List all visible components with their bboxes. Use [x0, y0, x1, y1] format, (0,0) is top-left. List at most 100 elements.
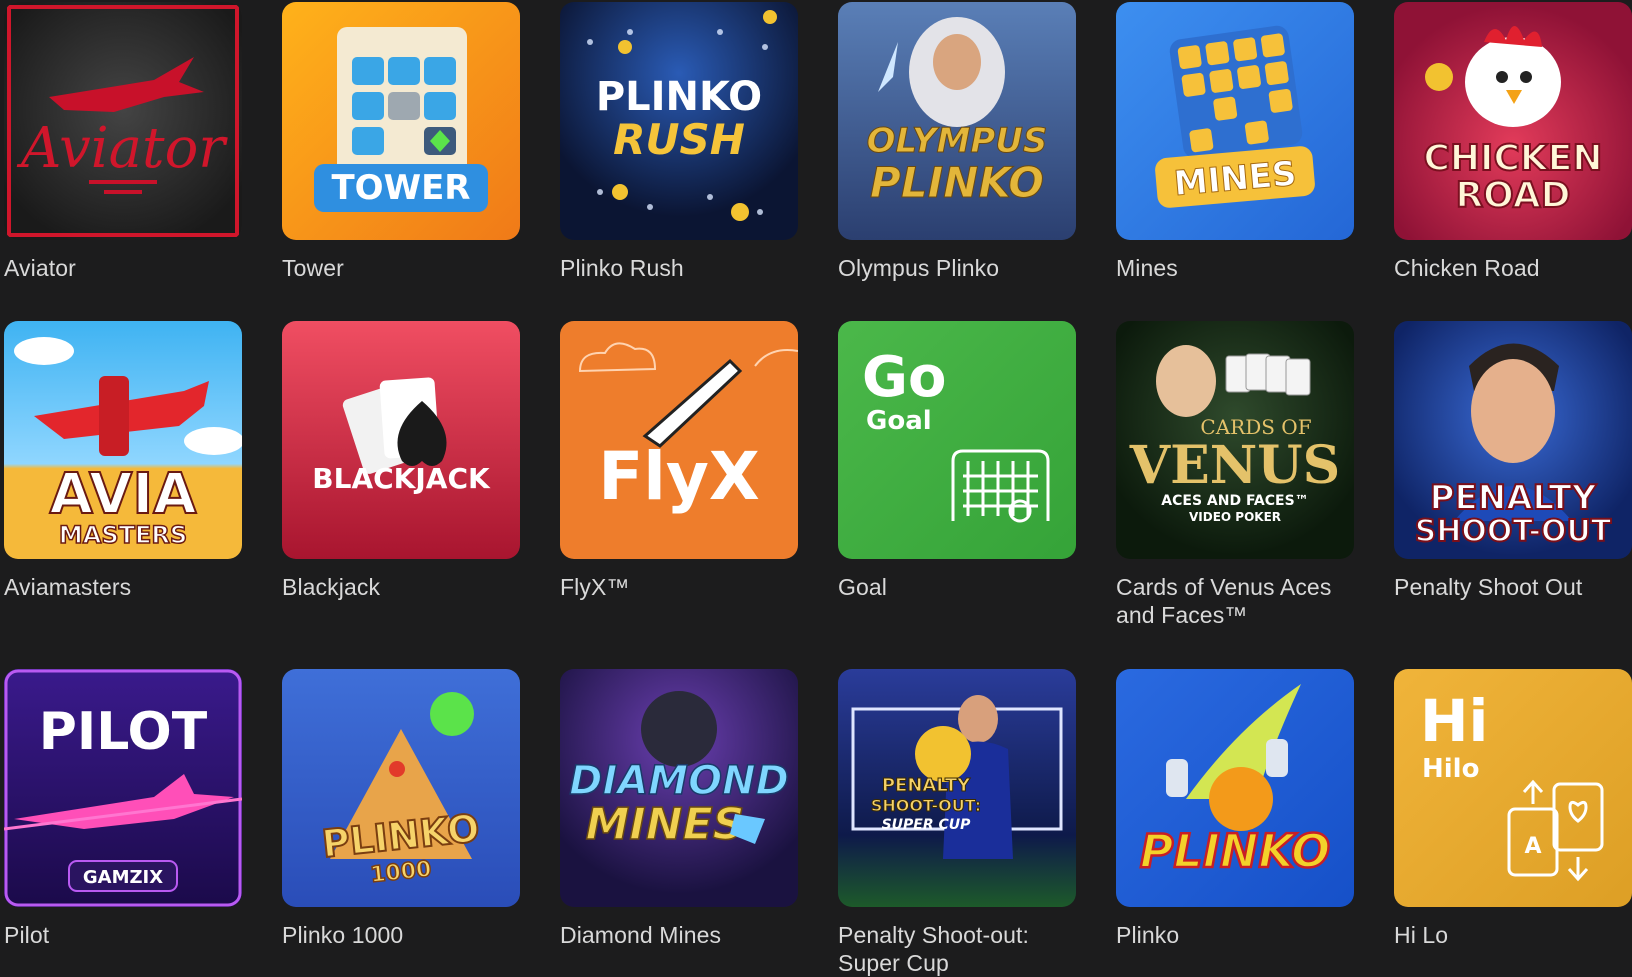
svg-text:ROAD: ROAD — [1455, 175, 1570, 216]
game-title[interactable]: Diamond Mines — [560, 921, 798, 949]
game-thumbnail[interactable]: Aviator — [4, 2, 242, 240]
game-thumbnail[interactable]: OLYMPUS PLINKO — [838, 2, 1076, 240]
svg-text:PILOT: PILOT — [39, 702, 208, 762]
svg-text:SHOOT-OUT:: SHOOT-OUT: — [871, 796, 981, 815]
svg-text:1000: 1000 — [369, 857, 433, 888]
game-card-penalty-super-cup[interactable]: PENALTY SHOOT-OUT: SUPER CUP Penalty Sho… — [838, 669, 1076, 977]
venus-art: CARDS OF VENUS ACES AND FACES™ VIDEO POK… — [1129, 345, 1340, 524]
game-title[interactable]: Plinko Rush — [560, 254, 798, 282]
goal-art: Go Goal — [862, 345, 1050, 523]
game-title[interactable]: Penalty Shoot Out — [1394, 573, 1632, 601]
game-title[interactable]: Cards of Venus Aces and Faces™ — [1116, 573, 1354, 629]
svg-text:PENALTY: PENALTY — [1430, 478, 1597, 518]
game-card-hi-lo[interactable]: Hi Hilo A Hi Lo — [1394, 669, 1632, 949]
flyx-art: FlyX — [578, 342, 798, 515]
svg-text:OLYMPUS: OLYMPUS — [867, 121, 1048, 161]
mines-art: MINES — [1155, 25, 1315, 208]
chicken-road-art: CHICKEN ROAD — [1423, 26, 1603, 217]
game-title[interactable]: Aviator — [4, 254, 242, 282]
game-thumbnail[interactable]: PENALTY SHOOT-OUT: SUPER CUP — [838, 669, 1076, 907]
game-title[interactable]: FlyX™ — [560, 573, 798, 601]
game-thumbnail[interactable]: DIAMOND MINES — [560, 669, 798, 907]
game-thumbnail[interactable]: Go Goal — [838, 321, 1076, 559]
svg-text:FlyX: FlyX — [598, 438, 760, 515]
game-thumbnail[interactable]: PLINKO — [1116, 669, 1354, 907]
goal-icon — [951, 449, 1050, 523]
game-card-diamond-mines[interactable]: DIAMOND MINES Diamond Mines — [560, 669, 798, 949]
game-thumbnail[interactable]: FlyX — [560, 321, 798, 559]
game-title[interactable]: Blackjack — [282, 573, 520, 601]
blackjack-art: BLACKJACK — [312, 377, 491, 495]
penalty-super-cup-art: PENALTY SHOOT-OUT: SUPER CUP — [851, 695, 1063, 859]
game-title[interactable]: Penalty Shoot-out: Super Cup — [838, 921, 1076, 977]
game-title[interactable]: Plinko 1000 — [282, 921, 520, 949]
game-thumbnail[interactable]: AVIA MASTERS — [4, 321, 242, 559]
svg-text:VIDEO POKER: VIDEO POKER — [1189, 510, 1281, 524]
game-title[interactable]: Tower — [282, 254, 520, 282]
svg-text:Hi: Hi — [1420, 687, 1488, 755]
svg-text:ACES AND FACES™: ACES AND FACES™ — [1161, 493, 1308, 509]
game-thumbnail[interactable]: CARDS OF VENUS ACES AND FACES™ VIDEO POK… — [1116, 321, 1354, 559]
game-card-plinko-1000[interactable]: PLINKO 1000 Plinko 1000 — [282, 669, 520, 949]
game-thumbnail[interactable]: TOWER — [282, 2, 520, 240]
game-card-flyx[interactable]: FlyX FlyX™ — [560, 321, 798, 601]
svg-text:TOWER: TOWER — [331, 168, 470, 208]
game-card-penalty-shoot-out[interactable]: PENALTY SHOOT-OUT Penalty Shoot Out — [1394, 321, 1632, 601]
aviator-art: Aviator — [4, 2, 242, 240]
svg-text:PLINKO: PLINKO — [596, 74, 762, 120]
game-card-chicken-road[interactable]: CHICKEN ROAD Chicken Road — [1394, 2, 1632, 282]
game-card-tower[interactable]: TOWER Tower — [282, 2, 520, 282]
cards-icon — [1507, 779, 1604, 882]
svg-text:PENALTY: PENALTY — [882, 775, 971, 796]
game-card-goal[interactable]: Go Goal Goal — [838, 321, 1076, 601]
svg-text:SUPER CUP: SUPER CUP — [882, 817, 972, 833]
game-title[interactable]: Goal — [838, 573, 1076, 601]
svg-text:Goal: Goal — [866, 406, 932, 436]
game-thumbnail[interactable]: PILOT GAMZIX — [4, 669, 242, 907]
svg-text:SHOOT-OUT: SHOOT-OUT — [1415, 514, 1612, 549]
svg-text:RUSH: RUSH — [613, 115, 745, 164]
game-thumbnail[interactable]: MINES — [1116, 2, 1354, 240]
diamond-mines-art: DIAMOND MINES — [568, 691, 790, 851]
game-thumbnail[interactable]: CHICKEN ROAD — [1394, 2, 1632, 240]
game-title[interactable]: Aviamasters — [4, 573, 242, 601]
game-card-aviator[interactable]: Aviator Aviator — [4, 2, 242, 282]
svg-text:Go: Go — [862, 345, 946, 410]
svg-text:PLINKO: PLINKO — [1140, 824, 1330, 878]
game-card-cards-of-venus[interactable]: CARDS OF VENUS ACES AND FACES™ VIDEO POK… — [1116, 321, 1354, 629]
game-thumbnail[interactable]: PLINKO RUSH — [560, 2, 798, 240]
game-title[interactable]: Plinko — [1116, 921, 1354, 949]
game-card-mines[interactable]: MINES Mines — [1116, 2, 1354, 282]
plinko-1000-art: PLINKO 1000 — [319, 692, 483, 889]
game-card-olympus-plinko[interactable]: OLYMPUS PLINKO Olympus Plinko — [838, 2, 1076, 282]
game-card-plinko-rush[interactable]: PLINKO RUSH Plinko Rush — [560, 2, 798, 282]
game-thumbnail[interactable]: Hi Hilo A — [1394, 669, 1632, 907]
game-thumbnail[interactable]: BLACKJACK — [282, 321, 520, 559]
games-grid: Aviator Aviator TOWER Tower PLINKO RUSH … — [0, 0, 1632, 976]
game-title[interactable]: Pilot — [4, 921, 242, 949]
game-card-aviamasters[interactable]: AVIA MASTERS Aviamasters — [4, 321, 242, 601]
svg-text:Hilo: Hilo — [1422, 754, 1479, 784]
game-title[interactable]: Hi Lo — [1394, 921, 1632, 949]
svg-text:CHICKEN: CHICKEN — [1424, 138, 1603, 179]
svg-text:VENUS: VENUS — [1129, 435, 1340, 496]
game-title[interactable]: Chicken Road — [1394, 254, 1632, 282]
penalty-art: PENALTY SHOOT-OUT — [1414, 343, 1613, 550]
game-thumbnail[interactable]: PENALTY SHOOT-OUT — [1394, 321, 1632, 559]
game-card-plinko[interactable]: PLINKO Plinko — [1116, 669, 1354, 949]
svg-text:MINES: MINES — [586, 799, 745, 850]
svg-text:A: A — [1524, 834, 1541, 859]
aviamasters-art: AVIA MASTERS — [14, 337, 242, 550]
hilo-art: Hi Hilo A — [1420, 687, 1604, 882]
plinko-rush-art: PLINKO RUSH — [587, 10, 777, 221]
game-card-blackjack[interactable]: BLACKJACK Blackjack — [282, 321, 520, 601]
game-title[interactable]: Mines — [1116, 254, 1354, 282]
plinko-art: PLINKO — [1139, 684, 1331, 879]
svg-text:BLACKJACK: BLACKJACK — [312, 462, 491, 495]
svg-text:DIAMOND: DIAMOND — [569, 758, 789, 804]
game-card-pilot[interactable]: PILOT GAMZIX Pilot — [4, 669, 242, 949]
game-title[interactable]: Olympus Plinko — [838, 254, 1076, 282]
svg-text:AVIA: AVIA — [49, 462, 197, 527]
game-thumbnail[interactable]: PLINKO 1000 — [282, 669, 520, 907]
svg-text:Aviator: Aviator — [16, 116, 228, 181]
